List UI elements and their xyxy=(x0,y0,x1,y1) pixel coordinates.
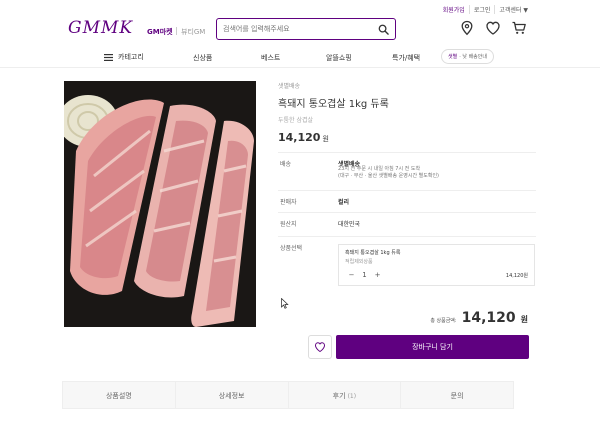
option-name: 흑돼지 통오겹살 1kg 듀록 xyxy=(345,250,401,256)
delivery-info-pill[interactable]: 샛별 · 낮 배송안내 xyxy=(441,49,494,64)
heart-icon[interactable] xyxy=(485,20,501,36)
product-tabs: 상품설명 상세정보 후기 (1) 문의 xyxy=(62,381,514,409)
delivery-note-2: (대구 · 부산 · 울산 샛별배송 운영시간 별도확인) xyxy=(338,173,440,179)
price-unit: 원 xyxy=(322,135,329,143)
login-link[interactable]: 로그인 xyxy=(468,5,495,14)
wishlist-button[interactable] xyxy=(308,335,332,359)
tab-inquiry[interactable]: 문의 xyxy=(400,382,513,408)
option-label: 상품선택 xyxy=(280,245,303,252)
tab-label: 후기 xyxy=(332,392,346,400)
delivery-note: 23시 전 주문 시 내일 아침 7시 전 도착 (대구 · 부산 · 울산 샛… xyxy=(338,166,439,180)
origin-label: 원산지 xyxy=(280,221,297,228)
product-image xyxy=(64,81,256,327)
option-price: 14,120원 xyxy=(505,273,528,279)
review-count: (1) xyxy=(347,393,357,400)
tab-label: 문의 xyxy=(450,392,464,400)
site-logo[interactable]: GMMK xyxy=(68,18,133,38)
product-info: 샛별배송 흑돼지 통오겹살 1kg 듀록 두툼한 삼겹살 14,120 원 xyxy=(278,81,536,144)
top-links: 회원가입 로그인 고객센터 ▼ xyxy=(439,5,532,14)
tab-label: 상세정보 xyxy=(218,392,245,400)
mouse-cursor-icon xyxy=(281,298,289,309)
product-title: 흑돼지 통오겹살 1kg 듀록 xyxy=(278,99,389,110)
search-bar[interactable] xyxy=(216,18,396,40)
header-icons xyxy=(459,20,527,36)
nav-new[interactable]: 신상품 xyxy=(193,53,212,63)
signup-link[interactable]: 회원가입 xyxy=(439,5,469,14)
tab-reviews[interactable]: 후기 (1) xyxy=(287,382,401,408)
heart-icon xyxy=(315,342,325,353)
delivery-label: 배송 xyxy=(280,161,292,168)
gm-market-tab[interactable]: GM마켓 xyxy=(147,27,173,37)
quantity-stepper: − 1 + xyxy=(345,271,384,279)
category-menu[interactable]: 카테고리 xyxy=(104,52,144,62)
delivery-note-1: 23시 전 주문 시 내일 아침 7시 전 도착 xyxy=(338,166,421,172)
product-subtitle: 두툼한 삼겹살 xyxy=(278,117,314,124)
tab-details[interactable]: 상세정보 xyxy=(174,382,288,408)
total-label: 총 상품금액: xyxy=(430,318,457,324)
tab-description[interactable]: 상품설명 xyxy=(63,382,175,408)
plus-button[interactable]: + xyxy=(371,271,384,279)
main-nav: 카테고리 신상품 베스트 알뜰쇼핑 특가/혜택 샛별 · 낮 배송안내 xyxy=(0,46,600,68)
seller-label: 판매자 xyxy=(280,199,297,206)
total-amount: 14,120 xyxy=(461,310,516,326)
price-value: 14,120 xyxy=(278,131,321,144)
total-price: 총 상품금액: 14,120 원 xyxy=(430,310,528,326)
location-icon[interactable] xyxy=(459,20,475,36)
seller-row: 판매자 컬리 xyxy=(278,190,536,212)
add-to-cart-button[interactable]: 장바구니 담기 xyxy=(336,335,529,359)
option-sub: 적립제외상품 xyxy=(345,259,373,265)
quantity-value: 1 xyxy=(362,271,367,279)
nav-bargain[interactable]: 알뜰쇼핑 xyxy=(326,53,352,63)
hamburger-icon xyxy=(104,53,113,61)
customer-center-link[interactable]: 고객센터 ▼ xyxy=(494,5,532,14)
option-box: 흑돼지 통오겹살 1kg 듀록 적립제외상품 − 1 + 14,120원 xyxy=(338,244,535,286)
origin-row: 원산지 대한민국 xyxy=(278,212,536,236)
delivery-badge: 샛별 xyxy=(448,54,458,60)
category-label: 카테고리 xyxy=(118,53,144,61)
delivery-row: 배송 샛별배송 23시 전 주문 시 내일 아침 7시 전 도착 (대구 · 부… xyxy=(278,152,536,190)
minus-button[interactable]: − xyxy=(345,271,358,279)
gm-beauty-tab[interactable]: 뷰티GM xyxy=(181,27,205,37)
seller-value: 컬리 xyxy=(338,199,350,206)
search-input[interactable] xyxy=(223,25,378,33)
product-price: 14,120 원 xyxy=(278,131,536,144)
origin-value: 대한민국 xyxy=(338,221,361,228)
delivery-text: · 낮 배송안내 xyxy=(459,54,487,60)
cart-icon[interactable] xyxy=(511,20,527,36)
total-unit: 원 xyxy=(520,315,528,324)
search-icon[interactable] xyxy=(378,24,389,35)
header-divider xyxy=(176,27,177,35)
nav-best[interactable]: 베스트 xyxy=(261,53,280,63)
nav-special[interactable]: 특가/혜택 xyxy=(392,53,420,63)
tab-label: 상품설명 xyxy=(105,392,132,400)
shipping-tag: 샛별배송 xyxy=(278,83,301,90)
